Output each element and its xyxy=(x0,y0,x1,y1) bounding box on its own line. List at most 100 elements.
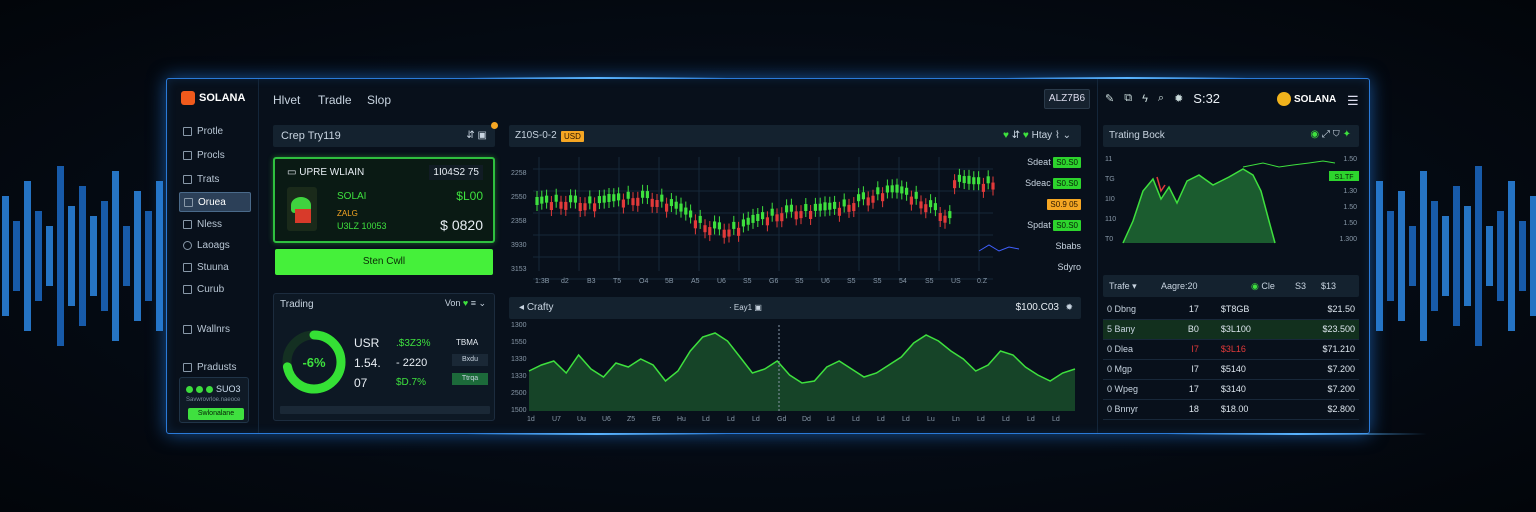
trading-chip[interactable]: Ttrqa xyxy=(452,373,488,385)
topnav-market[interactable]: Hlvet xyxy=(273,93,300,107)
chart-tool-icon[interactable]: ⧉ xyxy=(1124,92,1132,105)
area-fill xyxy=(529,333,1075,411)
table-row[interactable]: 0 Bnnyr 18 $18.00 $2.800 xyxy=(1103,399,1359,420)
sidebar-item-settings[interactable]: Laoags xyxy=(179,235,251,255)
table-cell: $23.500 xyxy=(1290,319,1359,340)
table-row[interactable]: 0 Mgp I7 $5140 $7.200 xyxy=(1103,359,1359,380)
chart-controls[interactable]: ♥ ⇵ ♥ Htay ⌇ ⌄ xyxy=(1003,130,1071,141)
wallet-header-icons[interactable]: ⇵ ▣ xyxy=(466,130,487,141)
candle xyxy=(722,229,726,238)
sidebar-item-label: Oruea xyxy=(198,196,226,208)
candle xyxy=(713,221,717,229)
table-row[interactable]: 5 Bany B0 $3L100 $23.500 xyxy=(1103,319,1359,340)
trades-header-col[interactable]: S3 xyxy=(1295,281,1306,291)
table-cell: 5 Bany xyxy=(1103,319,1169,340)
candle xyxy=(905,187,909,195)
trades-header-col[interactable]: $13 xyxy=(1321,281,1336,291)
search-icon[interactable]: ⌕ xyxy=(1158,92,1164,105)
flash-icon[interactable]: ϟ xyxy=(1142,93,1148,105)
candle xyxy=(727,229,731,237)
sidebar-item-trade[interactable]: Trats xyxy=(179,169,251,189)
sidebar-item-orders[interactable]: Oruea xyxy=(179,192,251,212)
x-tick-label: 1:3B xyxy=(535,278,550,285)
gear-icon[interactable]: ✹ xyxy=(1174,92,1183,105)
x-tick-label: 54 xyxy=(899,278,907,285)
sidebar-item-portfolio[interactable]: Procls xyxy=(179,145,251,165)
pencil-icon[interactable]: ✎ xyxy=(1105,92,1114,105)
sidebar-item-club[interactable]: Curub xyxy=(179,279,251,299)
promo-title: SUO3 xyxy=(216,384,241,394)
trades-header-col[interactable]: Trafe ▾ xyxy=(1109,281,1137,292)
menu-icon[interactable]: ☰ xyxy=(1347,93,1359,109)
divider xyxy=(1097,79,1098,433)
promo-button[interactable]: Swlonalane xyxy=(188,408,244,420)
table-cell: $5140 xyxy=(1202,359,1291,380)
news-icon xyxy=(183,219,192,229)
trades-header-col[interactable]: ◉ Cle xyxy=(1251,281,1275,292)
area-title-row: ◂ Crafty xyxy=(519,302,554,313)
candle xyxy=(962,176,966,184)
sidebar-item-label: Procls xyxy=(197,149,225,161)
area-chart[interactable]: 1300 1550 1330 1330 2500 15001d U7 Uu U6 Z5 E6 Hu Ld… xyxy=(509,321,1081,425)
table-row[interactable]: 0 Dbng 17 $T8GB $21.50 xyxy=(1103,299,1359,320)
sidebar-item-profile[interactable]: Protle xyxy=(179,121,251,141)
x-tick-label: Ld xyxy=(852,416,860,423)
products-icon xyxy=(183,362,192,372)
candle xyxy=(794,211,798,220)
book-controls[interactable]: ◉ ⤢ ⛉ ✦ xyxy=(1310,129,1351,140)
x-tick-label: 0.Z xyxy=(977,278,988,285)
candle xyxy=(780,213,784,222)
solana-badge[interactable]: SOLANA xyxy=(1277,92,1336,106)
settings-icon[interactable]: ✹ xyxy=(1065,302,1073,313)
x-tick-label: T5 xyxy=(613,278,621,285)
candle xyxy=(833,201,837,209)
x-tick-label: Ld xyxy=(977,416,985,423)
price-label-text: Sdeat xyxy=(1027,157,1054,167)
candle xyxy=(732,221,736,229)
y-tick-label: 1330 xyxy=(511,356,527,363)
coin-icon xyxy=(1277,92,1291,106)
wallet-line2: ZALG xyxy=(337,209,358,218)
candle xyxy=(564,201,568,210)
topnav-trade[interactable]: Tradle xyxy=(318,93,352,107)
candle xyxy=(938,213,942,222)
depth-chart[interactable]: 11TG1I0110T01.501.501.301.501.501.300S1.… xyxy=(1103,151,1359,251)
sidebar-item-products[interactable]: Pradusts xyxy=(179,357,251,377)
y-tick-label: 11 xyxy=(1105,156,1112,163)
x-tick-label: S5 xyxy=(743,278,752,285)
price-label-row: S0.9 05 xyxy=(995,199,1081,213)
account-id-box[interactable]: ALZ7B6 xyxy=(1044,89,1090,109)
solana-logo[interactable]: SOLANA xyxy=(181,91,245,105)
candle xyxy=(597,196,601,204)
y-tick-label: 3930 xyxy=(511,242,527,249)
equalizer-bar xyxy=(1398,191,1405,321)
equalizer-bar xyxy=(101,201,108,311)
logo-text: SOLANA xyxy=(199,92,246,104)
y-tick-label: 1300 xyxy=(511,322,527,329)
candle xyxy=(650,198,654,207)
y-tick-label: 2358 xyxy=(511,218,527,225)
x-tick-label: G6 xyxy=(769,278,778,285)
trading-chip[interactable]: Bxdu xyxy=(452,354,488,366)
trading-controls[interactable]: Von ♥ ≡ ⌄ xyxy=(445,298,486,309)
candle xyxy=(669,199,673,207)
candle xyxy=(924,204,928,213)
x-tick-label: Ld xyxy=(1002,416,1010,423)
table-row[interactable]: 0 Wpeg 17 $3140 $7.200 xyxy=(1103,379,1359,400)
sidebar-item-stats[interactable]: Stuuna xyxy=(179,257,251,277)
table-cell: 17 xyxy=(1168,379,1203,400)
topnav-shop[interactable]: Slop xyxy=(367,93,391,107)
table-row[interactable]: 0 Dlea I7 $3L16 $71.210 xyxy=(1103,339,1359,360)
trading-scrollbar[interactable] xyxy=(280,406,490,414)
sidebar-item-wallets[interactable]: Wallnrs xyxy=(179,319,251,339)
wallet-card: ▭ UPRE WLIAIN 1I04S2 75 SOLAI $L00 ZALG … xyxy=(273,157,495,243)
sidebar-item-news[interactable]: Nless xyxy=(179,214,251,234)
trades-header-col[interactable]: Aagre:20 xyxy=(1161,281,1198,291)
start-wallet-button[interactable]: Sten Cwll xyxy=(275,249,493,275)
candle xyxy=(559,201,563,209)
table-cell: $T8GB xyxy=(1202,299,1291,320)
candle xyxy=(847,204,851,212)
price-label-row: Sdyro xyxy=(995,262,1081,276)
candle xyxy=(679,203,683,212)
candle xyxy=(890,185,894,193)
